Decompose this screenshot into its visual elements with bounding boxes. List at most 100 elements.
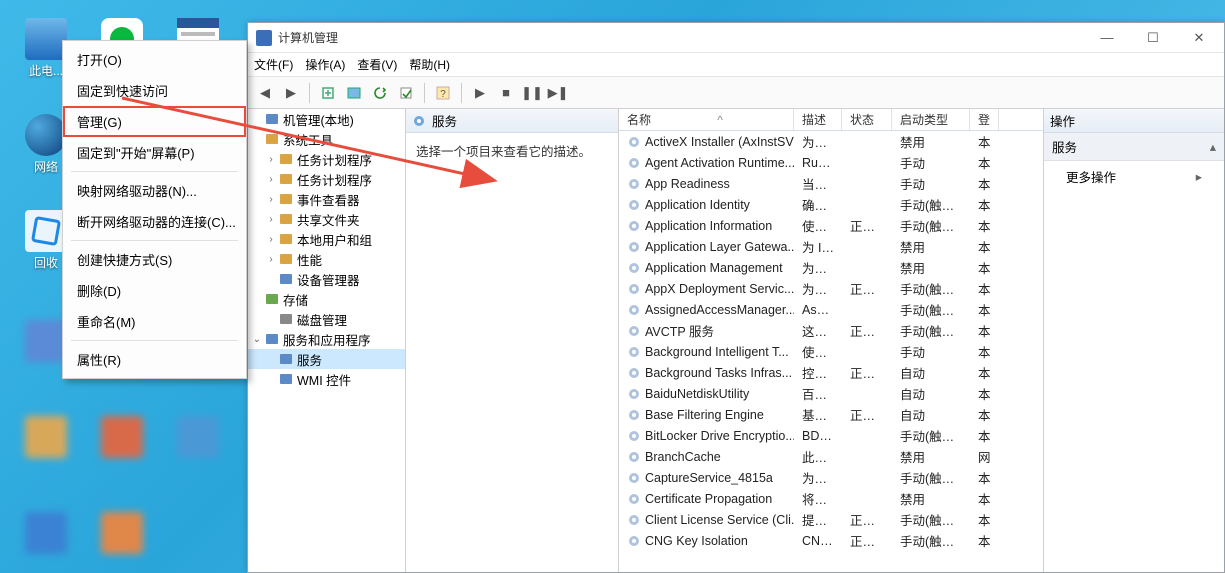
col-logon[interactable]: 登 [970,109,999,130]
menu-file[interactable]: 文件(F) [254,56,293,73]
service-row[interactable]: AppX Deployment Servic...为部 ...正在...手动(触… [619,278,1043,299]
col-desc[interactable]: 描述 [794,109,842,130]
service-name: BitLocker Drive Encryptio... [645,429,794,443]
sort-asc-icon: ^ [717,113,723,127]
tree-item[interactable]: ›共享文件夹 [248,209,405,229]
restart-button[interactable]: ▶❚ [547,82,569,104]
tree-item[interactable]: ›任务计划程序 [248,169,405,189]
tree-pane[interactable]: 机管理(本地)系统工具›任务计划程序›任务计划程序›事件查看器›共享文件夹›本地… [248,109,406,572]
desktop-icon-blurred[interactable] [168,416,228,460]
service-row[interactable]: Application Information使用 ...正在...手动(触发.… [619,215,1043,236]
service-desc: 提供 ... [794,510,842,529]
col-start[interactable]: 启动类型 [892,109,970,130]
more-actions[interactable]: 更多操作 ▸ [1044,161,1224,192]
service-row[interactable]: Application Layer Gatewa...为 In...禁用本 [619,236,1043,257]
tree-item[interactable]: ›任务计划程序 [248,149,405,169]
list-header: 名称^ 描述 状态 启动类型 登 [619,109,1043,131]
menu-disconnect-drive[interactable]: 断开网络驱动器的连接(C)... [63,206,246,237]
tree-item[interactable]: › 性能 [248,249,405,269]
desktop-icon-blurred[interactable] [92,416,152,460]
menu-properties[interactable]: 属性(R) [63,344,246,375]
close-button[interactable]: ✕ [1176,23,1222,53]
tree-item[interactable]: WMI 控件 [248,369,405,389]
tree-item[interactable]: 系统工具 [248,129,405,149]
service-row[interactable]: App Readiness当用 ...手动本 [619,173,1043,194]
play-button[interactable]: ▶ [469,82,491,104]
maximize-button[interactable]: ☐ [1130,23,1176,53]
desktop-icon-blurred[interactable] [92,512,152,556]
service-start: 手动(触发... [892,321,970,340]
tree-twisty[interactable]: › [264,194,278,205]
menu-rename[interactable]: 重命名(M) [63,306,246,337]
service-state: 正在... [842,321,892,340]
forward-button[interactable]: ▶ [280,82,302,104]
service-row[interactable]: Application Identity确定 ...手动(触发...本 [619,194,1043,215]
service-row[interactable]: CNG Key IsolationCNG...正在...手动(触发...本 [619,530,1043,551]
service-row[interactable]: Base Filtering Engine基本 ...正在...自动本 [619,404,1043,425]
service-name: AssignedAccessManager... [645,303,794,317]
tree-item[interactable]: 存储 [248,289,405,309]
tree-twisty[interactable]: › [264,174,278,185]
tree-twisty[interactable]: ⌄ [250,334,264,345]
service-row[interactable]: CaptureService_4815a为调 ...手动(触发...本 [619,467,1043,488]
tree-twisty[interactable]: › [264,214,278,225]
service-row[interactable]: BranchCache此服 ...禁用网 [619,446,1043,467]
service-row[interactable]: Background Tasks Infras...控制 ...正在...自动本 [619,362,1043,383]
service-start: 禁用 [892,132,970,151]
refresh-button[interactable] [369,82,391,104]
service-row[interactable]: Client License Service (Cli...提供 ...正在..… [619,509,1043,530]
stop-button[interactable]: ■ [495,82,517,104]
tree-item[interactable]: 服务 [248,349,405,369]
service-desc: 百度 ... [794,384,842,403]
service-row[interactable]: AVCTP 服务这是 ...正在...手动(触发...本 [619,320,1043,341]
service-row[interactable]: ActiveX Installer (AxInstSV)为从 ...禁用本 [619,131,1043,152]
menu-help[interactable]: 帮助(H) [409,56,450,73]
service-row[interactable]: Agent Activation Runtime...Runt...手动本 [619,152,1043,173]
tree-item[interactable]: ›事件查看器 [248,189,405,209]
desktop-icon-blurred[interactable] [16,512,76,556]
tree-item[interactable]: 设备管理器 [248,269,405,289]
desktop-icon-blurred[interactable] [16,416,76,460]
menu-action[interactable]: 操作(A) [305,56,345,73]
menu-sep [71,340,238,341]
service-row[interactable]: Certificate Propagation将用 ...禁用本 [619,488,1043,509]
tree-twisty[interactable]: › [264,234,278,245]
menu-pin-quick[interactable]: 固定到快速访问 [63,75,246,106]
show-hide-button[interactable] [343,82,365,104]
actions-section[interactable]: 服务 ▴ [1044,133,1224,161]
service-name: ActiveX Installer (AxInstSV) [645,135,794,149]
tree-item-label: 性能 [297,250,322,269]
up-button[interactable] [317,82,339,104]
svg-text:?: ? [440,89,446,100]
service-row[interactable]: AssignedAccessManager...Assi...手动(触发...本 [619,299,1043,320]
menu-delete[interactable]: 删除(D) [63,275,246,306]
service-name: AVCTP 服务 [645,321,714,340]
service-desc: BDE... [794,429,842,443]
service-row[interactable]: Application Management为通 ...禁用本 [619,257,1043,278]
export-button[interactable] [395,82,417,104]
service-row[interactable]: BaiduNetdiskUtility百度 ...自动本 [619,383,1043,404]
chevron-right-icon: ▸ [1196,169,1202,184]
menu-open[interactable]: 打开(O) [63,44,246,75]
minimize-button[interactable]: ― [1084,23,1130,53]
menu-view[interactable]: 查看(V) [357,56,397,73]
services-rows[interactable]: ActiveX Installer (AxInstSV)为从 ...禁用本Age… [619,131,1043,572]
tree-item[interactable]: 机管理(本地) [248,109,405,129]
service-row[interactable]: Background Intelligent T...使用 ...手动本 [619,341,1043,362]
col-state[interactable]: 状态 [842,109,892,130]
service-row[interactable]: BitLocker Drive Encryptio...BDE...手动(触发.… [619,425,1043,446]
back-button[interactable]: ◀ [254,82,276,104]
service-start: 手动(触发... [892,195,970,214]
help-button[interactable]: ? [432,82,454,104]
tree-item[interactable]: ›本地用户和组 [248,229,405,249]
menu-map-drive[interactable]: 映射网络驱动器(N)... [63,175,246,206]
tree-item[interactable]: 磁盘管理 [248,309,405,329]
col-name[interactable]: 名称^ [619,109,794,130]
pause-button[interactable]: ❚❚ [521,82,543,104]
menu-shortcut[interactable]: 创建快捷方式(S) [63,244,246,275]
tree-item[interactable]: ⌄服务和应用程序 [248,329,405,349]
menu-pin-start[interactable]: 固定到"开始"屏幕(P) [63,137,246,168]
menu-manage[interactable]: 管理(G) [63,106,246,137]
tree-twisty[interactable]: › [264,254,278,265]
tree-twisty[interactable]: › [264,154,278,165]
